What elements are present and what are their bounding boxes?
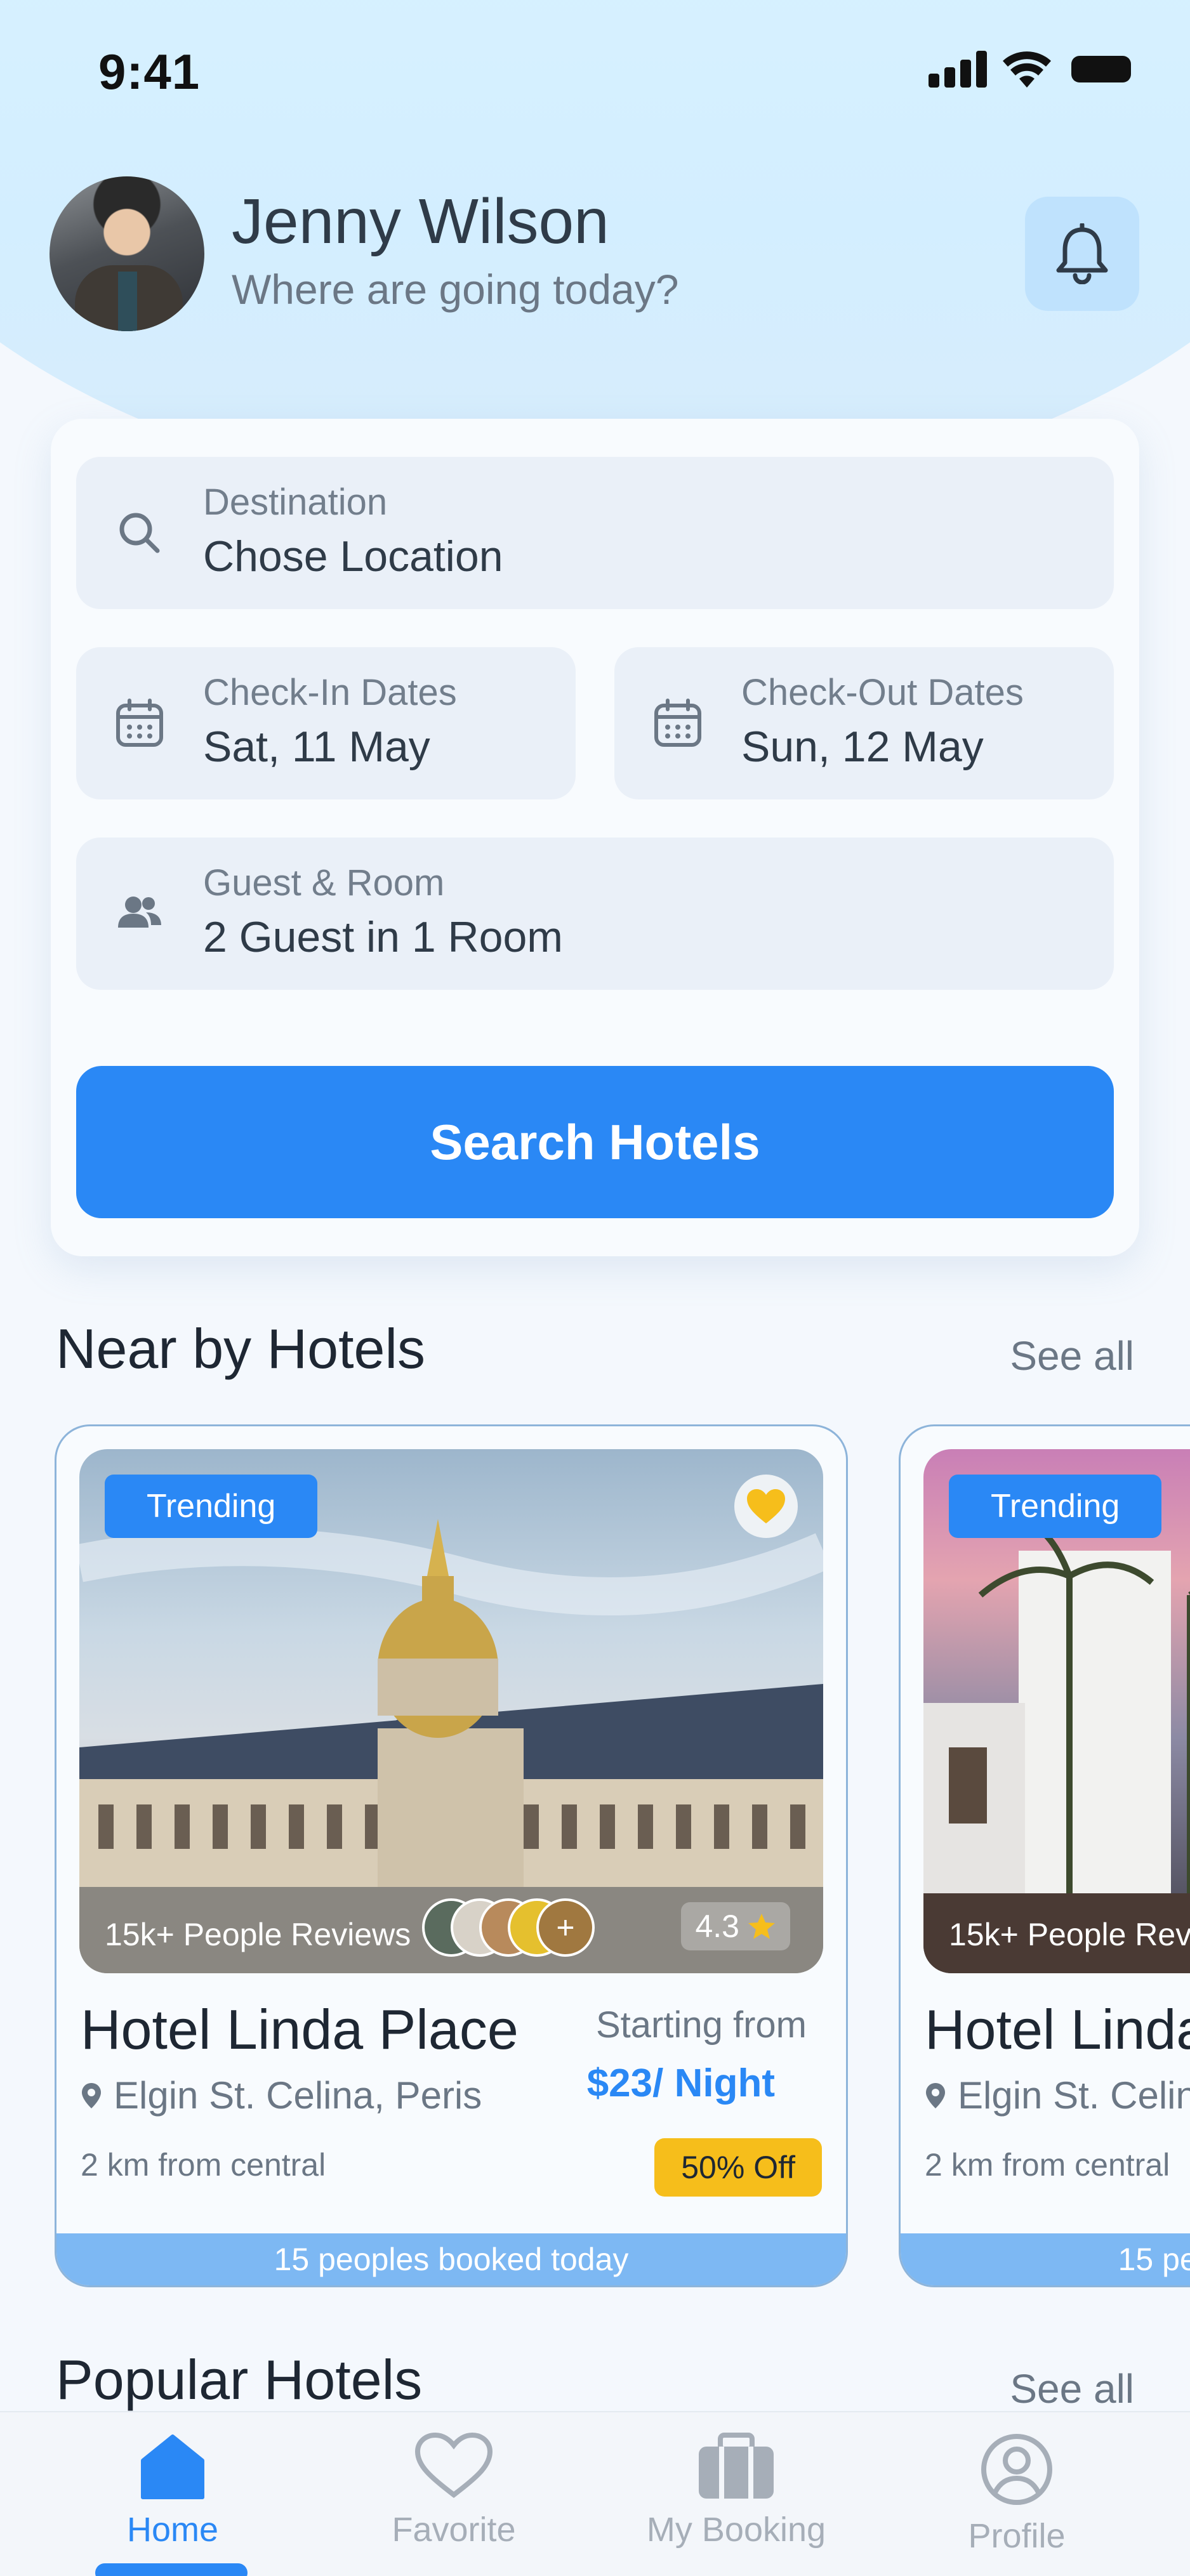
active-tab-indicator [95, 2563, 248, 2576]
calendar-icon [114, 698, 165, 749]
guest-room-field[interactable]: Guest & Room 2 Guest in 1 Room [76, 838, 1114, 990]
reviews-count: 15k+ People Reviews [105, 1917, 411, 1952]
search-icon [114, 508, 165, 558]
hotel-distance: 2 km from central [925, 2147, 1170, 2183]
check-in-label: Check-In Dates [203, 672, 457, 713]
hotel-location: Elgin St. Celina, Peris [81, 2073, 482, 2117]
more-reviewers-icon: + [536, 1898, 595, 1957]
hotel-location: Elgin St. Celina, Peris [925, 2073, 1190, 2117]
app-screen: 9:41 Jenny Wilson Where are going today? [0, 0, 1190, 2576]
hotel-location-text: Elgin St. Celina, Peris [114, 2074, 482, 2117]
starting-from-label: Starting from [596, 2004, 807, 2046]
guest-room-value: 2 Guest in 1 Room [203, 913, 563, 961]
search-card: Destination Chose Location Check-In Date… [51, 419, 1139, 1256]
discount-badge: 50% Off [654, 2138, 822, 2197]
popular-see-all-link[interactable]: See all [1010, 2365, 1134, 2412]
hotel-location-text: Elgin St. Celina, Peris [958, 2074, 1190, 2117]
tab-home-label: Home [126, 2511, 219, 2549]
heart-icon [747, 1489, 785, 1523]
battery-icon [1071, 56, 1131, 82]
calendar-icon [652, 698, 703, 749]
rating-badge: 4.3 [681, 1902, 790, 1950]
location-pin-icon [82, 2082, 101, 2108]
home-icon [141, 2435, 204, 2499]
trending-badge: Trending [949, 1475, 1162, 1538]
tab-favorite[interactable]: Favorite [359, 2431, 549, 2571]
booked-today-banner: 15 peoples booked today [56, 2233, 846, 2285]
nearby-see-all-link[interactable]: See all [1010, 1332, 1134, 1379]
bottom-tab-bar: Home Favorite My Booking Profile [0, 2411, 1190, 2576]
check-out-field[interactable]: Check-Out Dates Sun, 12 May [614, 647, 1114, 799]
hotel-distance: 2 km from central [81, 2147, 326, 2183]
tab-favorite-label: Favorite [392, 2511, 516, 2549]
wifi-icon [1003, 51, 1051, 88]
star-icon [748, 1914, 775, 1939]
people-icon [114, 888, 165, 939]
heart-icon [414, 2432, 493, 2499]
hotel-name: Hotel Linda Place [81, 1998, 519, 2061]
tab-home[interactable]: Home [77, 2431, 268, 2571]
briefcase-icon [699, 2433, 774, 2499]
hotel-photo: Trending 15k+ People Reviews [923, 1449, 1190, 1973]
signal-icon [929, 51, 987, 88]
guest-room-label: Guest & Room [203, 862, 445, 904]
notification-button[interactable] [1025, 197, 1139, 311]
reviewer-avatars: + [422, 1898, 595, 1957]
user-name: Jenny Wilson [232, 186, 609, 257]
check-out-value: Sun, 12 May [741, 723, 984, 771]
hotel-photo: Trending 15k+ People Reviews + 4.3 [79, 1449, 823, 1973]
tab-profile-label: Profile [968, 2517, 1066, 2555]
hotel-name: Hotel Linda Place [925, 1998, 1190, 2061]
avatar[interactable] [50, 176, 204, 331]
greeting-subtitle: Where are going today? [232, 266, 679, 313]
tab-my-booking[interactable]: My Booking [641, 2431, 831, 2571]
tab-my-booking-label: My Booking [646, 2511, 826, 2549]
popular-section-title: Popular Hotels [56, 2348, 423, 2411]
destination-value: Chose Location [203, 532, 503, 581]
rating-value: 4.3 [695, 1909, 739, 1944]
hotel-card[interactable]: Trending 15k+ People Reviews + 4.3 Hotel… [55, 1424, 848, 2287]
check-in-value: Sat, 11 May [203, 723, 430, 771]
hotel-card[interactable]: Trending 15k+ People Reviews Hotel Linda… [899, 1424, 1190, 2287]
check-in-field[interactable]: Check-In Dates Sat, 11 May [76, 647, 576, 799]
hotel-price: $23/ Night [586, 2061, 775, 2105]
favorite-button[interactable] [734, 1475, 798, 1538]
profile-icon [981, 2434, 1052, 2505]
bell-icon [1056, 223, 1108, 284]
destination-field[interactable]: Destination Chose Location [76, 457, 1114, 609]
destination-label: Destination [203, 482, 388, 523]
status-bar: 9:41 [0, 0, 1190, 146]
search-hotels-button[interactable]: Search Hotels [76, 1066, 1114, 1218]
trending-badge: Trending [105, 1475, 318, 1538]
location-pin-icon [926, 2082, 945, 2108]
reviews-count: 15k+ People Reviews [949, 1917, 1190, 1952]
booked-today-banner: 15 peoples booked today [901, 2233, 1190, 2285]
check-out-label: Check-Out Dates [741, 672, 1024, 713]
status-time: 9:41 [98, 44, 201, 100]
tab-profile[interactable]: Profile [922, 2431, 1112, 2571]
nearby-section-title: Near by Hotels [56, 1317, 426, 1380]
